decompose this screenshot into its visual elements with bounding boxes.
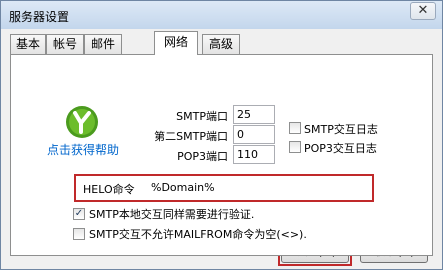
local-auth-checkbox[interactable]: ✓: [73, 208, 85, 220]
close-icon: ✕: [417, 3, 429, 18]
no-empty-from-label: SMTP交互不允许MAILFROM命令为空(<>).: [89, 228, 307, 241]
smtp-log-label: SMTP交互日志: [304, 123, 378, 136]
no-empty-from-checkbox[interactable]: [73, 228, 85, 240]
smtp2-port-input[interactable]: 0: [233, 125, 275, 144]
title-bar: 服务器设置 ✕: [1, 1, 442, 29]
tab-account[interactable]: 帐号: [46, 34, 84, 54]
pop3-log-label: POP3交互日志: [304, 142, 377, 155]
smtp-port-input[interactable]: 25: [233, 105, 275, 124]
tab-basic[interactable]: 基本: [10, 34, 46, 54]
help-link[interactable]: 点击获得帮助: [47, 141, 119, 158]
pop3-log-checkbox[interactable]: [289, 141, 301, 153]
tab-mail[interactable]: 邮件: [84, 34, 122, 54]
pop3-port-input[interactable]: 110: [233, 145, 275, 164]
green-y-logo-icon[interactable]: [65, 105, 99, 139]
network-tab-panel: 点击获得帮助 SMTP端口 25 第二SMTP端口 0 POP3端口 110 S…: [10, 54, 433, 256]
pop3-port-label: POP3端口: [177, 150, 228, 163]
smtp-log-checkbox[interactable]: [289, 122, 301, 134]
dialog-body: 基本 帐号 邮件 网络 高级 点击获得帮助 SMTP端口 25 第二SMTP端口…: [6, 29, 437, 265]
helo-label: HELO命令: [83, 183, 135, 196]
local-auth-label: SMTP本地交互同样需要进行验证.: [89, 208, 255, 221]
smtp2-port-label: 第二SMTP端口: [154, 130, 228, 143]
window-title: 服务器设置: [9, 10, 70, 24]
tab-advanced[interactable]: 高级: [202, 34, 240, 54]
settings-dialog: 服务器设置 ✕ 基本 帐号 邮件 网络 高级 点击获得帮助 SMTP端口 25 …: [0, 0, 443, 270]
close-button[interactable]: ✕: [410, 2, 436, 20]
smtp-port-label: SMTP端口: [176, 110, 228, 123]
tab-network[interactable]: 网络: [154, 31, 198, 55]
helo-input[interactable]: %Domain%: [147, 178, 355, 197]
